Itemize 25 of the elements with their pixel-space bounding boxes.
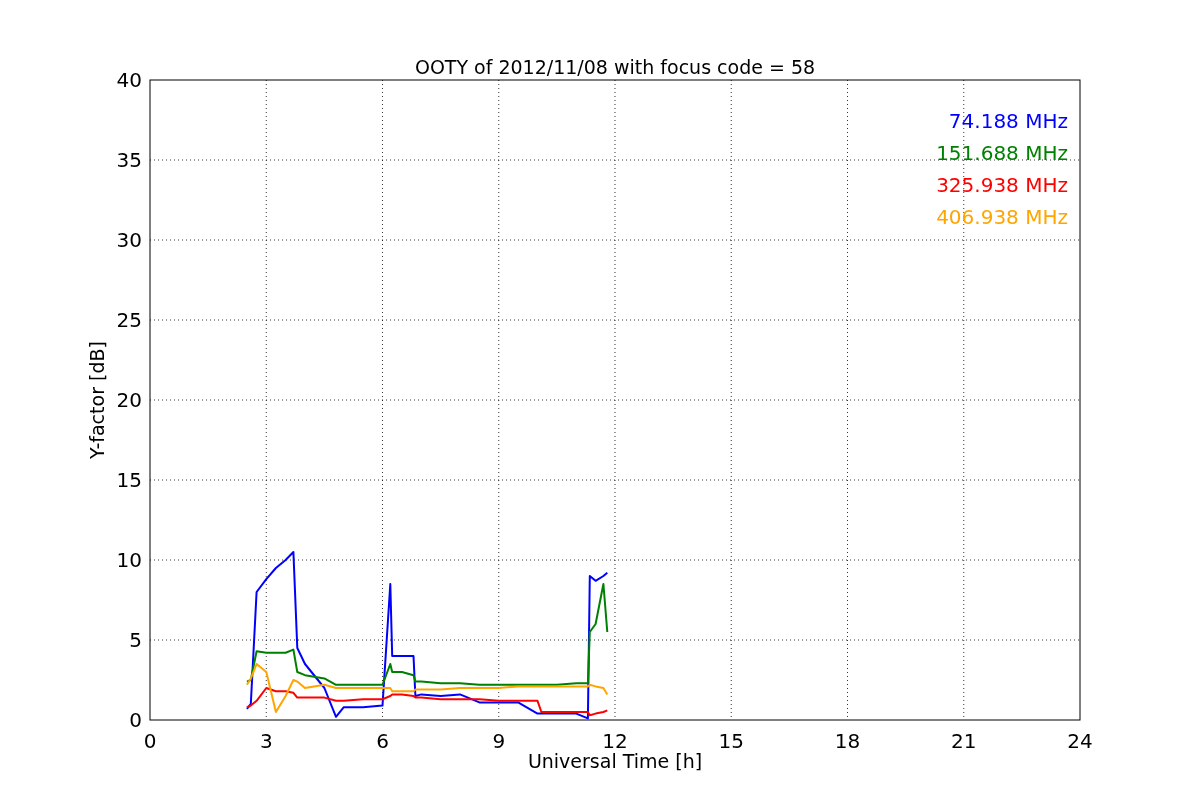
x-tick-label: 12 bbox=[602, 729, 628, 753]
y-tick-label: 25 bbox=[116, 308, 142, 332]
y-axis-label: Y-factor [dB] bbox=[86, 341, 108, 459]
x-tick-label: 3 bbox=[259, 729, 273, 753]
x-tick-label: 0 bbox=[143, 729, 157, 753]
y-tick-label: 0 bbox=[129, 708, 142, 732]
y-tick-label: 35 bbox=[116, 148, 142, 172]
legend-label: 74.188 MHz bbox=[948, 109, 1068, 133]
y-tick-label: 15 bbox=[116, 468, 142, 492]
x-tick-label: 6 bbox=[376, 729, 389, 753]
y-tick-label: 20 bbox=[116, 388, 142, 412]
chart-title: OOTY of 2012/11/08 with focus code = 58 bbox=[414, 56, 816, 78]
x-axis-label: Universal Time [h] bbox=[527, 750, 703, 772]
y-tick-label: 40 bbox=[116, 68, 142, 92]
x-tick-label: 18 bbox=[834, 729, 861, 753]
y-tick-label: 5 bbox=[129, 628, 142, 652]
legend-label: 325.938 MHz bbox=[936, 173, 1068, 197]
x-tick-label: 21 bbox=[951, 729, 977, 753]
legend-label: 151.688 MHz bbox=[936, 141, 1068, 165]
y-tick-label: 10 bbox=[116, 548, 142, 572]
x-tick-label: 15 bbox=[718, 729, 744, 753]
legend-label: 406.938 MHz bbox=[936, 205, 1068, 229]
y-tick-label: 30 bbox=[116, 228, 142, 252]
x-tick-label: 24 bbox=[1067, 729, 1093, 753]
x-tick-label: 9 bbox=[492, 729, 506, 753]
